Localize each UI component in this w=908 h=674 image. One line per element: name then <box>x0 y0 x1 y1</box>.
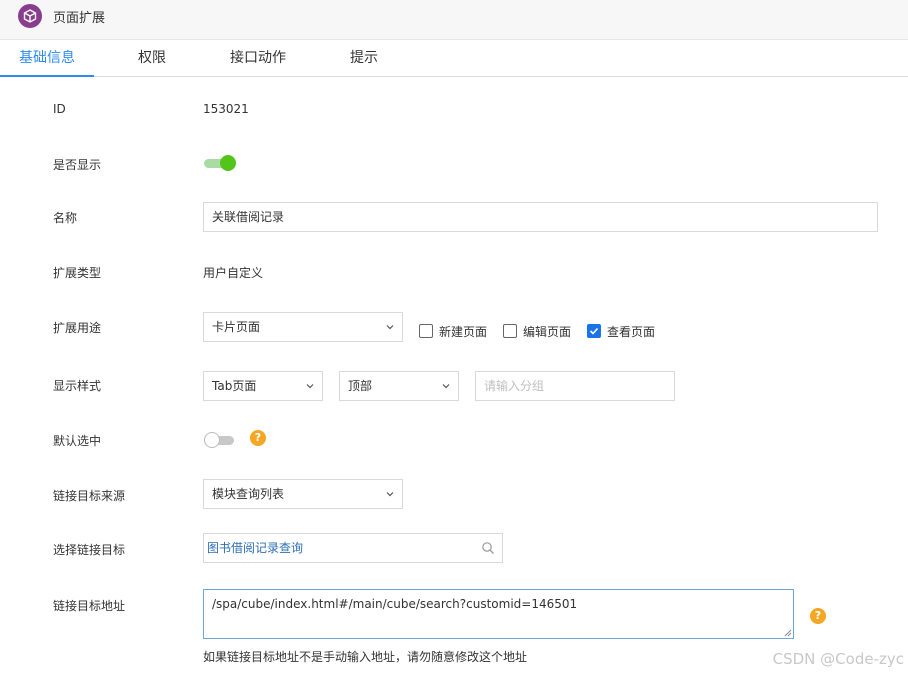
checkbox-box[interactable] <box>503 324 517 338</box>
page-title: 页面扩展 <box>53 11 106 26</box>
position-value: 顶部 <box>348 379 373 393</box>
chevron-down-icon <box>442 384 450 389</box>
usage-select[interactable]: 卡片页面 <box>203 312 403 342</box>
tab-basic-info[interactable]: 基础信息 <box>0 40 94 77</box>
link-target-browser[interactable]: 图书借阅记录查询 <box>203 533 503 563</box>
checkbox-label: 新建页面 <box>439 324 488 339</box>
name-label: 名称 <box>53 211 78 225</box>
help-icon[interactable]: ? <box>250 430 266 446</box>
chevron-down-icon <box>306 384 314 389</box>
checkbox-label: 查看页面 <box>607 324 656 339</box>
position-select[interactable]: 顶部 <box>339 371 459 401</box>
id-label: ID <box>53 102 66 116</box>
id-value: 153021 <box>203 102 249 116</box>
help-icon[interactable]: ? <box>810 608 826 624</box>
tab-api-actions[interactable]: 接口动作 <box>222 40 294 77</box>
link-target-label: 选择链接目标 <box>53 543 126 557</box>
tab-tips[interactable]: 提示 <box>336 40 392 77</box>
checkbox-edit-page[interactable]: 编辑页面 <box>503 323 571 339</box>
link-url-value: /spa/cube/index.html#/main/cube/search?c… <box>212 597 578 611</box>
ext-type-label: 扩展类型 <box>53 266 102 280</box>
chevron-down-icon <box>386 325 394 330</box>
link-url-label: 链接目标地址 <box>53 599 126 613</box>
visible-toggle[interactable] <box>204 155 236 171</box>
chevron-down-icon <box>386 492 394 497</box>
display-style-select[interactable]: Tab页面 <box>203 371 323 401</box>
cube-logo-icon <box>18 4 42 28</box>
default-selected-label: 默认选中 <box>53 434 102 448</box>
link-url-hint: 如果链接目标地址不是手动输入地址，请勿随意修改这个地址 <box>203 650 528 664</box>
display-style-value: Tab页面 <box>212 379 257 393</box>
default-selected-toggle[interactable] <box>204 432 236 448</box>
link-source-select[interactable]: 模块查询列表 <box>203 479 403 509</box>
link-url-textarea[interactable]: /spa/cube/index.html#/main/cube/search?c… <box>203 589 794 639</box>
usage-label: 扩展用途 <box>53 321 102 335</box>
checkbox-label: 编辑页面 <box>523 324 572 339</box>
link-target-value[interactable]: 图书借阅记录查询 <box>207 541 303 555</box>
checkbox-view-page[interactable]: 查看页面 <box>587 323 655 339</box>
tab-permissions[interactable]: 权限 <box>124 40 180 77</box>
visible-label: 是否显示 <box>53 158 102 172</box>
checkbox-box[interactable] <box>419 324 433 338</box>
link-source-value: 模块查询列表 <box>212 487 285 501</box>
check-icon <box>589 327 599 335</box>
group-input[interactable]: 请输入分组 <box>475 371 675 401</box>
title-bar: 页面扩展 <box>0 0 908 40</box>
name-input[interactable]: 关联借阅记录 <box>203 202 878 232</box>
group-input-placeholder: 请输入分组 <box>484 379 545 393</box>
link-source-label: 链接目标来源 <box>53 489 126 503</box>
ext-type-value: 用户自定义 <box>203 266 264 280</box>
display-style-label: 显示样式 <box>53 379 102 393</box>
resize-grip-icon[interactable] <box>784 629 792 637</box>
usage-select-value: 卡片页面 <box>212 320 261 334</box>
search-icon[interactable] <box>481 541 495 555</box>
tab-bar: 基础信息 权限 接口动作 提示 <box>0 40 908 77</box>
checkbox-new-page[interactable]: 新建页面 <box>419 323 487 339</box>
watermark: CSDN @Code-zyc <box>772 650 904 668</box>
checkbox-box-checked[interactable] <box>587 324 601 338</box>
